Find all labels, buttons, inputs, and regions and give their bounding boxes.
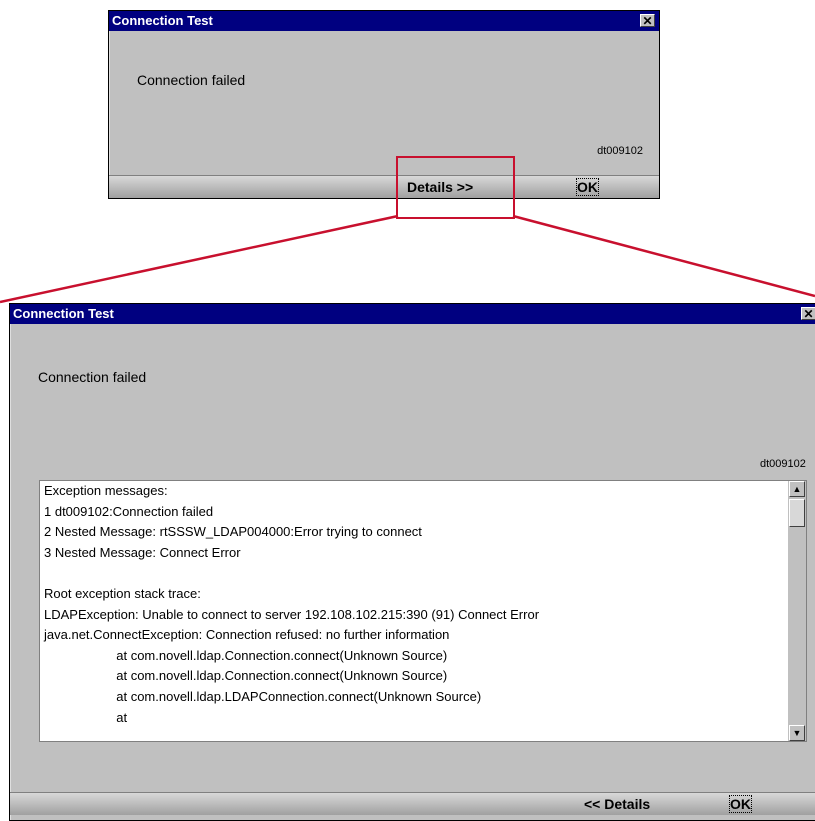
details-button-highlight bbox=[396, 156, 515, 219]
details-line: at com.novell.ldap.LDAPConnection.connec… bbox=[44, 688, 482, 704]
small-dialog-message: Connection failed bbox=[137, 72, 246, 88]
small-dialog-title: Connection Test bbox=[112, 13, 213, 28]
details-line: java.net.ConnectException: Connection re… bbox=[44, 627, 450, 643]
small-connection-test-dialog: Connection Test ✕ Connection failed dt00… bbox=[108, 10, 660, 199]
small-ok-button[interactable]: OK bbox=[574, 176, 601, 198]
details-line: 2 Nested Message: rtSSSW_LDAP004000:Erro… bbox=[44, 524, 422, 540]
details-collapse-button[interactable]: << Details bbox=[584, 793, 650, 815]
details-line: at com.novell.ldap.Connection.connect(Un… bbox=[44, 647, 448, 663]
large-ok-button[interactable]: OK bbox=[727, 793, 754, 815]
small-dialog-titlebar: Connection Test ✕ bbox=[109, 11, 659, 31]
small-close-icon[interactable]: ✕ bbox=[640, 14, 655, 28]
details-line: at bbox=[44, 709, 128, 725]
details-line: Exception messages: bbox=[44, 483, 168, 498]
scroll-down-icon[interactable]: ▼ bbox=[789, 725, 805, 741]
details-line: 3 Nested Message: Connect Error bbox=[44, 544, 241, 560]
exception-details-textarea[interactable]: Exception messages: 1 dt009102:Connection… bbox=[39, 480, 807, 742]
large-dialog-titlebar: Connection Test ✕ bbox=[10, 304, 815, 324]
details-line: Root exception stack trace: bbox=[44, 585, 201, 601]
large-dialog-message: Connection failed bbox=[38, 369, 147, 385]
large-connection-test-dialog: Connection Test ✕ Connection failed dt00… bbox=[9, 303, 815, 821]
small-dialog-code: dt009102 bbox=[597, 145, 643, 157]
exception-details-text: Exception messages: 1 dt009102:Connection… bbox=[44, 481, 539, 728]
details-line: 1 dt009102:Connection failed bbox=[44, 503, 214, 519]
large-dialog-footer: << Details OK bbox=[10, 792, 815, 815]
details-line bbox=[44, 563, 539, 584]
scroll-thumb[interactable] bbox=[789, 499, 805, 527]
small-dialog-footer: Details >> OK bbox=[109, 175, 659, 198]
large-close-icon[interactable]: ✕ bbox=[801, 307, 815, 321]
large-dialog-title: Connection Test bbox=[13, 306, 114, 321]
scroll-up-icon[interactable]: ▲ bbox=[789, 481, 805, 497]
large-dialog-code: dt009102 bbox=[760, 458, 806, 470]
details-scrollbar[interactable]: ▲ ▼ bbox=[788, 481, 806, 741]
details-line: at com.novell.ldap.Connection.connect(Un… bbox=[44, 668, 448, 684]
details-line: LDAPException: Unable to connect to serv… bbox=[44, 606, 540, 622]
